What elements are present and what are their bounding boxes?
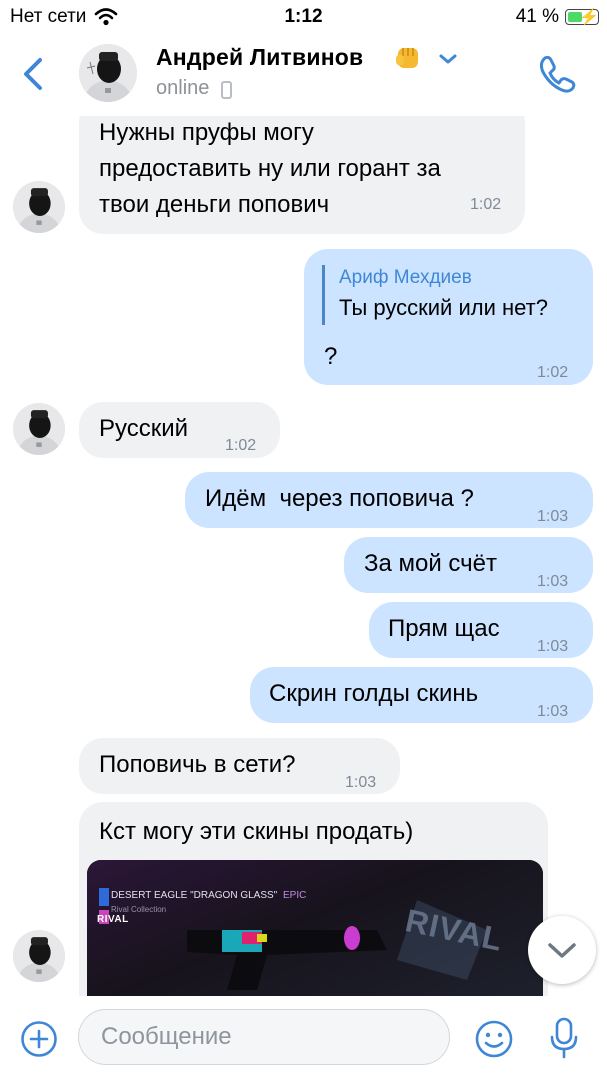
message-input[interactable] bbox=[99, 1010, 433, 1064]
mobile-device-icon bbox=[221, 81, 232, 99]
message-time: 1:03 bbox=[345, 774, 377, 791]
message-bubble-outgoing[interactable]: Скрин голды скинь 1:03 bbox=[250, 667, 593, 723]
contact-avatar[interactable] bbox=[13, 930, 65, 982]
contact-name[interactable]: Андрей Литвинов bbox=[156, 44, 363, 71]
reply-author: Ариф Мехдиев bbox=[339, 267, 472, 288]
message-text: Прям щас bbox=[388, 615, 500, 642]
message-text: Кст могу эти скины продать) bbox=[99, 818, 414, 845]
message-time: 1:02 bbox=[537, 364, 569, 381]
add-attachment-icon[interactable] bbox=[20, 1020, 58, 1058]
chat-header: Андрей Литвинов online bbox=[0, 34, 607, 116]
emoji-icon[interactable] bbox=[474, 1019, 514, 1059]
message-bubble-incoming[interactable]: Поповичь в сети? 1:03 bbox=[79, 738, 400, 794]
message-bubble-outgoing[interactable]: Идём через поповича ? 1:03 bbox=[185, 472, 593, 528]
chevron-down-icon bbox=[548, 943, 576, 958]
message-text: Русский bbox=[99, 415, 189, 442]
message-text: Скрин голды скинь bbox=[269, 680, 479, 707]
message-time: 1:03 bbox=[537, 703, 569, 720]
message-bubble-incoming[interactable]: Нужны пруфы могу предоставить ну или гор… bbox=[79, 116, 525, 234]
status-right: 41 % ⚡ bbox=[516, 6, 599, 28]
message-list[interactable]: Нужны пруфы могу предоставить ну или гор… bbox=[0, 116, 607, 996]
message-bubble-outgoing[interactable]: Прям щас 1:03 bbox=[369, 602, 593, 658]
contact-avatar[interactable] bbox=[13, 403, 65, 455]
message-time: 1:03 bbox=[537, 573, 569, 590]
message-time: 1:03 bbox=[537, 508, 569, 525]
chevron-down-icon[interactable] bbox=[437, 52, 459, 66]
battery-percent: 41 % bbox=[515, 6, 559, 27]
contact-avatar[interactable] bbox=[13, 181, 65, 233]
message-text: Поповичь в сети? bbox=[99, 751, 296, 778]
message-bubble-incoming[interactable]: Кст могу эти скины продать) DESERT EAGLE… bbox=[79, 802, 548, 996]
rival-logo: RIVAL bbox=[97, 914, 129, 925]
battery-icon: ⚡ bbox=[565, 9, 599, 26]
message-time: 1:03 bbox=[537, 638, 569, 655]
message-text: За мой счёт bbox=[364, 550, 498, 577]
message-input-bar bbox=[0, 996, 607, 1080]
skin-image[interactable]: DESERT EAGLE "DRAGON GLASS" EPIC Rival C… bbox=[87, 860, 543, 996]
phone-call-icon[interactable] bbox=[536, 52, 578, 94]
skin-rarity: EPIC bbox=[283, 890, 307, 901]
message-bubble-outgoing[interactable]: Ариф Мехдиев Ты русский или нет? ? 1:02 bbox=[304, 249, 593, 385]
reply-text: Ты русский или нет? bbox=[339, 295, 548, 320]
online-status: online bbox=[156, 77, 210, 99]
message-text: Идём через поповича ? bbox=[205, 485, 474, 512]
reply-quote[interactable]: Ариф Мехдиев Ты русский или нет? bbox=[322, 265, 548, 325]
fist-emoji-icon bbox=[396, 48, 418, 68]
message-time: 1:02 bbox=[470, 196, 502, 213]
message-field[interactable] bbox=[78, 1009, 450, 1065]
message-bubble-outgoing[interactable]: За мой счёт 1:03 bbox=[344, 537, 593, 593]
scroll-to-bottom-button[interactable] bbox=[528, 916, 596, 984]
message-text: Нужны пруфы могу предоставить ну или гор… bbox=[99, 119, 441, 218]
back-chevron-icon[interactable] bbox=[18, 56, 48, 92]
status-bar: Нет сети 1:12 41 % ⚡ bbox=[0, 0, 607, 34]
microphone-icon[interactable] bbox=[548, 1016, 580, 1060]
header-avatar[interactable] bbox=[79, 44, 137, 102]
message-bubble-incoming[interactable]: Русский 1:02 bbox=[79, 402, 280, 458]
message-text: ? bbox=[324, 343, 338, 370]
message-time: 1:02 bbox=[225, 437, 257, 454]
